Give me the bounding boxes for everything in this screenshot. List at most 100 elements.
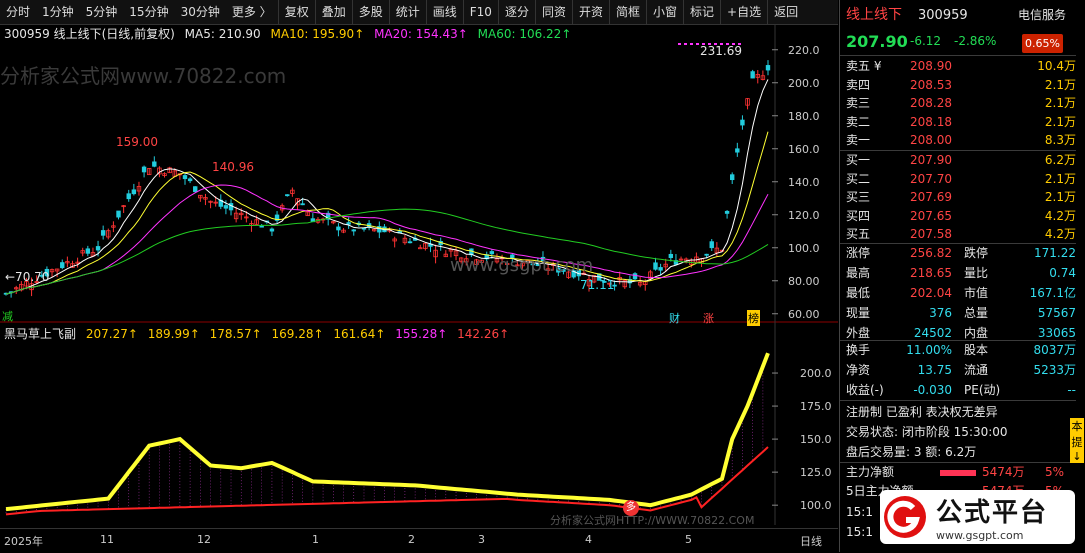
ask-row[interactable]: 卖二 208.18 2.1万 <box>840 113 1076 132</box>
side-tab-2[interactable]: 提 <box>1070 434 1084 450</box>
main-flow-value: 5474万 <box>982 465 1025 479</box>
bids-label: 买四 <box>846 208 871 223</box>
stat-label: 股本 <box>964 343 989 357</box>
asks-label: 卖一 <box>846 133 871 147</box>
asks-volume: 10.4万 <box>1037 59 1076 73</box>
toolbar-item-0[interactable]: 分时 <box>0 0 36 24</box>
site-logo: 公式平台 www.gsgpt.com <box>880 490 1075 544</box>
toolbar-item-14[interactable]: 开资 <box>571 0 609 24</box>
top-dot <box>696 43 699 45</box>
sub-value-4: 169.28↑ <box>271 327 324 341</box>
toolbar-item-6[interactable]: 复权 <box>277 0 315 24</box>
period-toolbar: 分时 1分钟 5分钟 15分钟 30分钟 更多 〉复权 叠加 多股 统计 画线 F10 逐分 同资 开资简… <box>0 0 838 25</box>
sub-tick-label: 100.0 <box>800 499 832 512</box>
bid-row[interactable]: 买二 207.70 2.1万 <box>840 170 1076 189</box>
bid-row[interactable]: 买一 207.90 6.2万 <box>840 151 1076 170</box>
toolbar-item-8[interactable]: 多股 <box>351 0 389 24</box>
sub-value-3: 178.57↑ <box>209 327 262 341</box>
toolbar-item-19[interactable]: 返回 <box>767 0 804 24</box>
main-flow-pct: 5% <box>1045 465 1065 479</box>
toolbar-item-1[interactable]: 1分钟 <box>36 0 80 24</box>
ma60-label: MA60: 106.22↑ <box>477 27 572 41</box>
toolbar-item-2[interactable]: 5分钟 <box>80 0 124 24</box>
stat-value: 13.75 <box>917 363 952 377</box>
candle-body <box>187 178 193 182</box>
toolbar-item-15[interactable]: 简框 <box>608 0 646 24</box>
stat-value: 376 <box>929 306 952 320</box>
toolbar-item-18[interactable]: +自选 <box>720 0 767 24</box>
ask-row[interactable]: 卖三 208.28 2.1万 <box>840 94 1076 113</box>
toolbar-item-5[interactable]: 更多 〉 <box>226 0 278 24</box>
candle-body <box>85 248 91 254</box>
candle-body <box>632 273 638 280</box>
side-tabs[interactable]: 本 提 ↓ <box>1070 418 1084 463</box>
cai-marker[interactable]: 财 <box>669 310 680 326</box>
sub-tick-label: 200.0 <box>800 367 832 380</box>
candle-body <box>126 193 131 200</box>
toolbar-item-11[interactable]: F10 <box>462 0 498 24</box>
kline-chart[interactable]: 220.0 200.0 180.0 160.0 140.0 120.0 100.0 80.00… <box>0 25 838 525</box>
peak-annotation: 231.69 <box>700 44 742 58</box>
stat-value: -- <box>1067 383 1076 397</box>
price-tick-label: 80.00 <box>788 275 820 288</box>
toolbar-item-3[interactable]: 15分钟 <box>123 0 174 24</box>
toolbar-item-10[interactable]: 画线 <box>425 0 463 24</box>
sub-legend: 黑马草上飞副 207.27↑ 189.99↑ 178.57↑ 169.28↑ 1… <box>4 325 515 341</box>
toolbar-item-9[interactable]: 统计 <box>388 0 426 24</box>
ask-row[interactable]: 卖五 ¥ 208.90 10.4万 <box>840 57 1076 76</box>
bid-row[interactable]: 买五 207.58 4.2万 <box>840 225 1076 244</box>
stat-row: 最高 218.65 量比 0.74 <box>840 264 1076 283</box>
bang-marker[interactable]: 榜 <box>747 310 760 326</box>
toolbar-item-17[interactable]: 标记 <box>683 0 720 24</box>
bids-volume: 2.1万 <box>1044 171 1076 186</box>
bid-row[interactable]: 买三 207.69 2.1万 <box>840 188 1076 207</box>
period-label[interactable]: 日线 <box>800 533 822 549</box>
toolbar-item-7[interactable]: 叠加 <box>314 0 352 24</box>
sub-value-6: 155.28↑ <box>395 327 448 341</box>
toolbar-item-4[interactable]: 30分钟 <box>175 0 226 24</box>
bid-row[interactable]: 买四 207.65 4.2万 <box>840 207 1076 226</box>
toolbar-item-16[interactable]: 小窗 <box>646 0 683 24</box>
sub-tick-label: 125.0 <box>800 466 832 479</box>
ask-row[interactable]: 卖四 208.53 2.1万 <box>840 76 1076 95</box>
bids-volume: 2.1万 <box>1044 190 1076 204</box>
asks-price: 208.90 <box>910 59 952 73</box>
ask-row[interactable]: 卖一 208.00 8.3万 <box>840 131 1076 150</box>
toolbar-item-13[interactable]: 同资 <box>534 0 572 24</box>
asks-label: 卖四 <box>846 77 871 92</box>
top-dot <box>690 43 693 45</box>
candle-body <box>95 246 101 251</box>
sector-label[interactable]: 电信服务 <box>1018 6 1066 25</box>
time-2: 15:1 <box>846 525 873 539</box>
bids-label: 买三 <box>846 190 871 204</box>
bids-volume: 4.2万 <box>1044 227 1076 241</box>
asks-volume: 2.1万 <box>1044 96 1076 110</box>
last-price: 207.90 <box>846 32 908 51</box>
x-tick-label: 2 <box>408 533 415 546</box>
side-tab-1[interactable]: 本 <box>1070 418 1084 434</box>
bids-price: 207.69 <box>910 190 952 204</box>
sub-value-7: 142.26↑ <box>457 327 510 341</box>
stat-row: 净资 13.75 流通 5233万 <box>840 361 1076 380</box>
asks-price: 208.53 <box>910 77 952 92</box>
candle-body <box>182 175 188 180</box>
jian-marker[interactable]: 减 <box>2 308 13 324</box>
stat-value: 167.1亿 <box>1029 286 1076 300</box>
bids-volume: 4.2万 <box>1044 208 1076 223</box>
stat-label: 涨停 <box>846 246 871 260</box>
zhang-marker[interactable]: 涨 <box>703 310 714 326</box>
side-tab-3[interactable]: ↓ <box>1070 450 1084 463</box>
ma10-label: MA10: 195.90↑ <box>270 27 365 41</box>
candle-body <box>704 253 709 256</box>
stat-label: 最低 <box>846 286 871 300</box>
ma20-label: MA20: 154.43↑ <box>374 27 468 41</box>
candle-body <box>285 194 290 197</box>
bids-volume: 6.2万 <box>1044 153 1076 167</box>
toolbar-item-12[interactable]: 逐分 <box>497 0 535 24</box>
asks-label: 卖五 ¥ <box>846 59 882 73</box>
candle-body <box>131 189 137 195</box>
x-tick-label: 4 <box>585 533 592 546</box>
main-legend: 300959 线上线下(日线,前复权) MA5: 210.90 MA10: 19… <box>4 25 577 41</box>
candle-body <box>730 174 735 181</box>
indicator-name: 黑马草上飞副 <box>4 327 77 341</box>
